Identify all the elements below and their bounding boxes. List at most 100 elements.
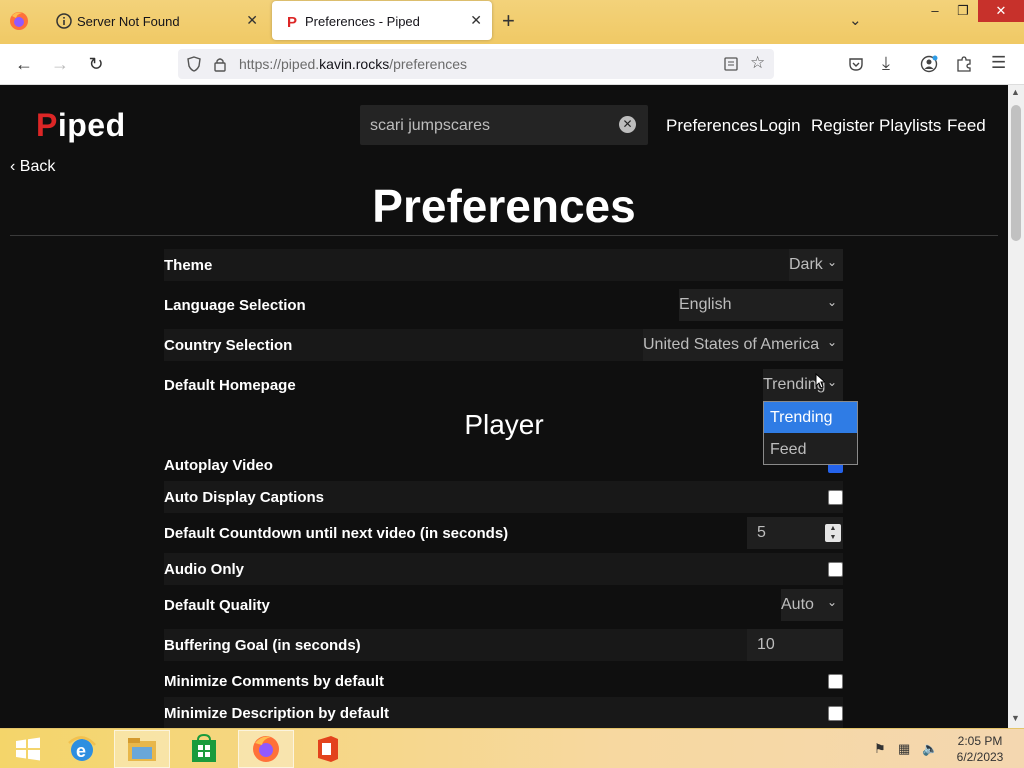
theme-select[interactable]: Dark ⌄: [789, 249, 843, 281]
countdown-number-input[interactable]: 5 ▲ ▼: [747, 517, 843, 549]
chevron-left-icon: ‹: [10, 158, 16, 175]
nav-link-register[interactable]: Register: [811, 116, 874, 136]
setting-row-theme: Theme Dark ⌄: [164, 249, 843, 281]
menu-hamburger-icon[interactable]: ☰: [991, 53, 1006, 73]
file-explorer-icon: [128, 738, 156, 761]
setting-label: Default Quality: [164, 596, 270, 614]
close-tab-icon[interactable]: ✕: [246, 12, 258, 29]
url-text[interactable]: https://piped.kavin.rocks/preferences: [239, 56, 467, 72]
clear-search-icon[interactable]: ✕: [619, 116, 636, 133]
setting-label: Buffering Goal (in seconds): [164, 636, 361, 654]
page-title: Preferences: [372, 180, 636, 232]
restore-window-button[interactable]: ❐: [948, 0, 978, 22]
taskbar-file-explorer[interactable]: [114, 730, 170, 768]
setting-label: Auto Display Captions: [164, 488, 325, 506]
setting-label: Default Countdown until next video (in s…: [164, 524, 509, 542]
nav-link-playlists[interactable]: Playlists: [879, 116, 941, 136]
chevron-down-icon: ⌄: [826, 375, 837, 389]
setting-label: Minimize Comments by default: [164, 672, 385, 690]
downloads-icon[interactable]: ⤓: [882, 53, 890, 74]
lock-icon[interactable]: [213, 56, 227, 72]
setting-row-homepage: Default Homepage Trending ⌄: [164, 369, 843, 401]
navigation-toolbar: ← → ↻ https://piped.kavin.rocks/preferen…: [0, 44, 1024, 85]
setting-row-autoplay: Autoplay Video: [164, 449, 843, 481]
buffering-number-input[interactable]: 10: [747, 629, 843, 661]
setting-row-language: Language Selection English ⌄: [164, 289, 843, 321]
homepage-dropdown-list: Trending Feed: [763, 401, 858, 465]
mouse-cursor-icon: [815, 373, 825, 389]
auto-captions-checkbox[interactable]: [828, 490, 843, 505]
tab-preferences-piped[interactable]: P Preferences - Piped ✕: [272, 1, 492, 40]
reader-view-icon[interactable]: [724, 57, 738, 71]
taskbar-firefox[interactable]: [238, 730, 294, 768]
windows-taskbar: e ⚑ ▦ 🔈 2:05 PM 6/2/2023: [0, 728, 1024, 768]
tab-server-not-found[interactable]: Server Not Found ✕: [44, 1, 268, 40]
extensions-puzzle-icon[interactable]: [956, 55, 972, 73]
new-tab-plus-icon[interactable]: +: [502, 8, 515, 34]
dropdown-option-feed[interactable]: Feed: [764, 434, 857, 465]
firefox-icon[interactable]: [8, 10, 30, 32]
taskbar-internet-explorer[interactable]: e: [54, 730, 110, 768]
nav-link-feed[interactable]: Feed: [947, 116, 986, 136]
shield-icon[interactable]: [186, 56, 202, 72]
minimize-comments-checkbox[interactable]: [828, 674, 843, 689]
reload-icon[interactable]: ↻: [86, 54, 106, 74]
forward-arrow-icon[interactable]: →: [50, 54, 70, 74]
number-spinner-icon[interactable]: ▲ ▼: [825, 524, 841, 542]
url-bar[interactable]: https://piped.kavin.rocks/preferences ☆: [178, 49, 774, 79]
list-all-tabs-chevron-icon[interactable]: ⌄: [849, 11, 862, 29]
info-icon: [56, 13, 72, 29]
dropdown-option-trending[interactable]: Trending: [764, 402, 857, 433]
page-scrollbar[interactable]: ▲ ▼: [1008, 85, 1024, 728]
setting-row-buffering: Buffering Goal (in seconds) 10: [164, 629, 843, 661]
action-center-flag-icon[interactable]: ⚑: [874, 741, 886, 757]
system-clock[interactable]: 2:05 PM 6/2/2023: [950, 733, 1010, 765]
scroll-up-arrow-icon[interactable]: ▲: [1011, 87, 1020, 97]
scrollbar-thumb[interactable]: [1011, 105, 1021, 241]
minimize-description-checkbox[interactable]: [828, 706, 843, 721]
network-icon[interactable]: ▦: [898, 741, 910, 757]
tab-bar: Server Not Found ✕ P Preferences - Piped…: [0, 0, 1024, 44]
quality-select[interactable]: Auto ⌄: [781, 589, 843, 621]
country-select[interactable]: United States of America ⌄: [643, 329, 843, 361]
close-tab-icon[interactable]: ✕: [470, 12, 482, 29]
windows-start-button[interactable]: [0, 730, 56, 768]
divider: [10, 235, 998, 236]
scroll-down-arrow-icon[interactable]: ▼: [1011, 713, 1020, 723]
pocket-icon[interactable]: [848, 56, 864, 72]
search-input[interactable]: scari jumpscares ✕: [360, 105, 648, 145]
nav-link-login[interactable]: Login: [759, 116, 801, 136]
store-icon: [192, 734, 216, 762]
volume-muted-icon[interactable]: 🔈: [922, 741, 938, 757]
search-input-value[interactable]: scari jumpscares: [370, 117, 490, 135]
back-link[interactable]: ‹ Back: [10, 158, 55, 176]
setting-row-quality: Default Quality Auto ⌄: [164, 589, 843, 621]
piped-preferences-page: Piped scari jumpscares ✕ Preferences Log…: [0, 85, 1008, 728]
back-arrow-icon[interactable]: ←: [14, 54, 34, 74]
setting-row-countdown: Default Countdown until next video (in s…: [164, 517, 843, 549]
internet-explorer-icon: e: [68, 736, 96, 761]
chevron-down-icon: ⌄: [826, 335, 837, 349]
close-window-button[interactable]: ✕: [978, 0, 1024, 22]
setting-row-country: Country Selection United States of Ameri…: [164, 329, 843, 361]
chevron-down-icon: ⌄: [826, 255, 837, 269]
bookmark-star-icon[interactable]: ☆: [750, 53, 765, 73]
language-select[interactable]: English ⌄: [679, 289, 843, 321]
setting-label: Country Selection: [164, 336, 293, 354]
tab-title: Server Not Found: [77, 14, 180, 29]
setting-label: Language Selection: [164, 296, 306, 314]
account-icon[interactable]: [920, 55, 938, 73]
taskbar-office[interactable]: [300, 730, 356, 768]
piped-logo[interactable]: Piped: [36, 107, 126, 144]
setting-row-captions: Auto Display Captions: [164, 481, 843, 513]
chevron-down-icon: ⌄: [826, 595, 837, 609]
setting-label: Theme: [164, 256, 213, 274]
audio-only-checkbox[interactable]: [828, 562, 843, 577]
minimize-window-button[interactable]: –: [920, 0, 950, 22]
piped-favicon-icon: P: [287, 14, 297, 29]
setting-row-minimize-description: Minimize Description by default: [164, 697, 843, 728]
nav-link-preferences[interactable]: Preferences: [666, 116, 758, 136]
setting-label: Audio Only: [164, 560, 244, 578]
homepage-select[interactable]: Trending ⌄: [763, 369, 843, 401]
taskbar-store[interactable]: [176, 730, 232, 768]
